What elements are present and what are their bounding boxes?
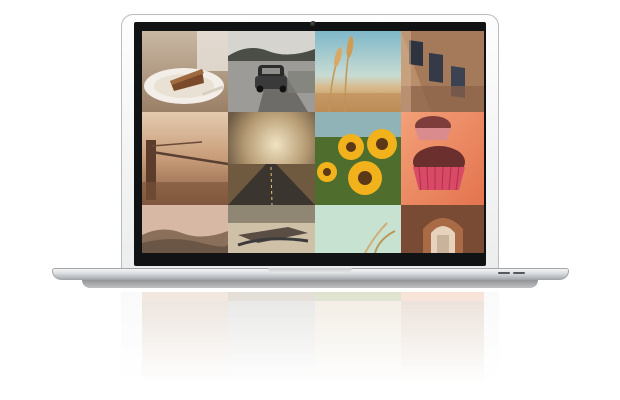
photo-hills-landscape xyxy=(142,205,228,253)
usb-port-icon xyxy=(498,272,510,274)
photo-desert-road xyxy=(228,112,315,205)
photo-sunflowers xyxy=(315,112,401,205)
photo-cupcakes xyxy=(401,112,484,205)
photo-old-building xyxy=(401,31,484,112)
lid-opening-notch xyxy=(268,268,352,273)
laptop-shadow xyxy=(82,280,538,288)
photo-vintage-car xyxy=(228,31,315,112)
photo-arch-doorway xyxy=(401,205,484,253)
photo-cake-slice xyxy=(142,31,228,112)
photo-collage-screen xyxy=(142,31,484,253)
photo-wheat-sky xyxy=(315,31,401,112)
webcam-icon xyxy=(310,21,316,27)
usb-port-icon xyxy=(513,272,525,274)
photo-fence-field xyxy=(142,112,228,205)
photo-park-bench xyxy=(228,205,315,253)
laptop-scene xyxy=(0,0,620,400)
photo-grass-sky xyxy=(315,205,401,253)
laptop-reflection xyxy=(121,292,499,400)
